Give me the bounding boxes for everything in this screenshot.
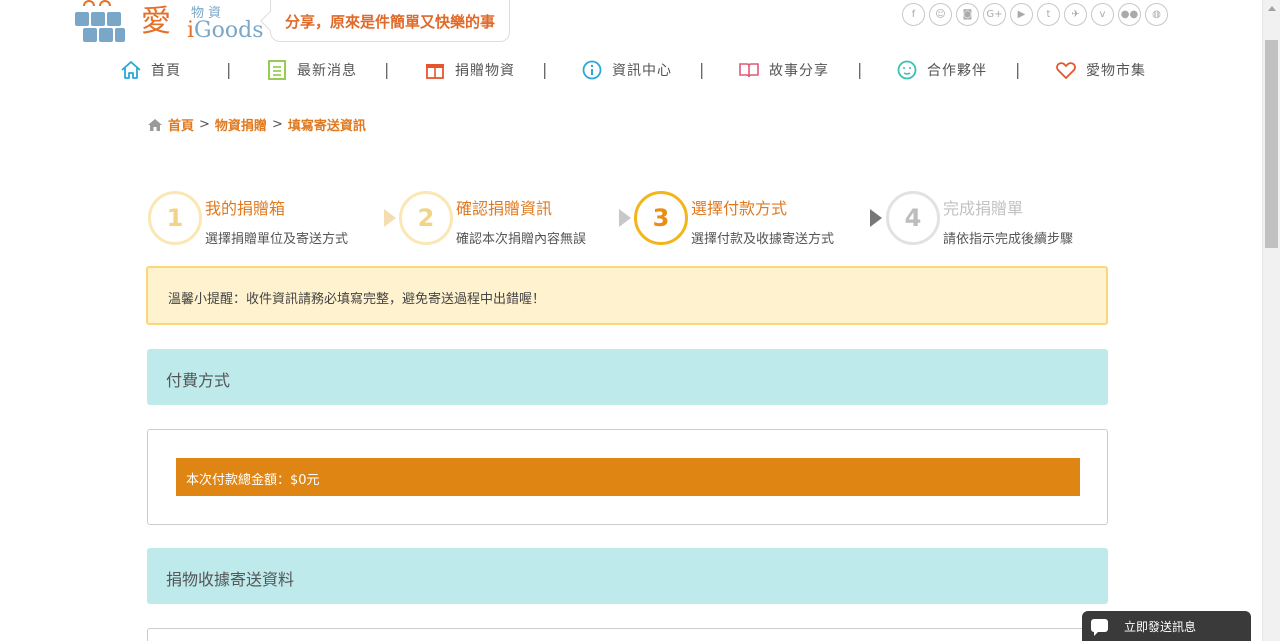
logo-igoods-text: iGoods xyxy=(187,18,264,43)
step-title: 我的捐贈箱 xyxy=(205,199,286,218)
list-icon xyxy=(268,60,286,80)
nav-separator: | xyxy=(699,60,705,79)
breadcrumb-separator: > xyxy=(271,117,283,132)
slogan-banner: 分享，原來是件簡單又快樂的事 xyxy=(260,0,510,42)
social-links: f ☺ ◙ G+ ▶ t ✈ v ●● ◍ xyxy=(902,3,1168,26)
breadcrumb: 首頁 > 物資捐贈 > 填寫寄送資訊 xyxy=(147,115,366,134)
section-title: 捐物收據寄送資料 xyxy=(166,570,295,589)
book-icon xyxy=(739,63,759,78)
youtube-icon[interactable]: ▶ xyxy=(1010,3,1033,26)
main-nav: 首頁 | 最新消息 | 捐贈物資 | 資訊中心 | 故事分享 | 合作夥伴 | … xyxy=(120,56,1160,84)
nav-separator: | xyxy=(857,60,863,79)
line-icon[interactable]: ☺ xyxy=(929,3,952,26)
nav-separator: | xyxy=(226,60,232,79)
nav-label: 最新消息 xyxy=(297,63,357,79)
tumblr-icon[interactable]: t xyxy=(1037,3,1060,26)
breadcrumb-home-link[interactable]: 首頁 xyxy=(168,115,194,134)
nav-label: 故事分享 xyxy=(769,63,829,79)
section-title: 付費方式 xyxy=(166,371,231,390)
nav-label: 捐贈物資 xyxy=(455,63,515,79)
step-title: 確認捐贈資訊 xyxy=(456,199,553,218)
progress-steps: 1 我的捐贈箱 選擇捐贈單位及寄送方式 2 確認捐贈資訊 確認本次捐贈內容無誤 … xyxy=(148,190,1108,248)
step-arrow-icon xyxy=(384,209,396,227)
payment-section-header: 付費方式 xyxy=(147,349,1108,405)
notice-text: 溫馨小提醒：收件資訊請務必填寫完整，避免寄送過程中出錯喔！ xyxy=(168,292,546,307)
home-icon xyxy=(121,61,141,79)
nav-item-news[interactable]: 最新消息 xyxy=(266,56,357,84)
nav-item-market[interactable]: 愛物市集 xyxy=(1055,56,1146,84)
chat-label: 立即發送訊息 xyxy=(1124,620,1197,634)
nav-item-stories[interactable]: 故事分享 xyxy=(738,56,829,84)
step-number: 3 xyxy=(634,191,688,245)
weibo-icon[interactable]: ◍ xyxy=(1145,3,1168,26)
step-arrow-icon xyxy=(619,209,631,227)
slogan-text: 分享，原來是件簡單又快樂的事 xyxy=(285,13,496,31)
receipt-form-box xyxy=(147,628,1108,641)
nav-item-donate[interactable]: 捐贈物資 xyxy=(424,56,515,84)
step-arrow-icon xyxy=(870,209,882,227)
facebook-icon[interactable]: f xyxy=(902,3,925,26)
payment-total-label: 本次付款總金額：$0元 xyxy=(186,473,320,488)
payment-total-bar: 本次付款總金額：$0元 xyxy=(176,458,1080,496)
smile-icon xyxy=(897,60,917,80)
breadcrumb-separator: > xyxy=(199,117,210,132)
step-desc: 確認本次捐贈內容無誤 xyxy=(456,232,587,247)
nav-item-home[interactable]: 首頁 xyxy=(120,56,181,84)
flickr-icon[interactable]: ●● xyxy=(1118,3,1141,26)
heart-icon xyxy=(1056,62,1076,79)
nav-item-info[interactable]: 資訊中心 xyxy=(581,56,672,84)
site-logo[interactable]: 愛 物資 iGoods xyxy=(75,0,265,46)
step-number: 4 xyxy=(886,191,940,245)
gift-icon xyxy=(426,64,444,79)
nav-separator: | xyxy=(542,60,548,79)
step-desc: 選擇付款及收據寄送方式 xyxy=(691,232,835,247)
step-title: 選擇付款方式 xyxy=(691,199,788,218)
payment-box: 本次付款總金額：$0元 xyxy=(147,429,1108,525)
nav-separator: | xyxy=(384,60,390,79)
reminder-notice: 溫馨小提醒：收件資訊請務必填寫完整，避免寄送過程中出錯喔！ xyxy=(146,266,1108,325)
step-number: 2 xyxy=(399,191,453,245)
chat-widget-button[interactable]: 立即發送訊息 xyxy=(1082,611,1251,641)
nav-label: 合作夥伴 xyxy=(927,63,987,79)
twitter-icon[interactable]: ✈ xyxy=(1064,3,1087,26)
instagram-icon[interactable]: ◙ xyxy=(956,3,979,26)
vimeo-icon[interactable]: v xyxy=(1091,3,1114,26)
gift-boxes-logo-graphic xyxy=(75,0,137,44)
chat-bubble-icon xyxy=(1091,619,1108,636)
nav-label: 愛物市集 xyxy=(1086,63,1146,79)
home-icon xyxy=(148,118,162,131)
step-title: 完成捐贈單 xyxy=(943,199,1024,218)
step-desc: 請依指示完成後續步驟 xyxy=(943,232,1074,247)
breadcrumb-donate-link[interactable]: 物資捐贈 xyxy=(215,115,267,134)
step-desc: 選擇捐贈單位及寄送方式 xyxy=(205,232,349,247)
nav-label: 資訊中心 xyxy=(612,63,672,79)
logo-ai-text: 愛 xyxy=(141,4,171,39)
breadcrumb-current: 填寫寄送資訊 xyxy=(287,119,366,134)
step-number: 1 xyxy=(148,191,202,245)
nav-separator: | xyxy=(1015,60,1021,79)
scrollbar-thumb[interactable] xyxy=(1265,40,1278,248)
googleplus-icon[interactable]: G+ xyxy=(983,3,1006,26)
scroll-up-arrow-icon[interactable] xyxy=(1268,6,1276,11)
page-scrollbar[interactable] xyxy=(1262,0,1280,641)
nav-item-partners[interactable]: 合作夥伴 xyxy=(896,56,987,84)
nav-label: 首頁 xyxy=(151,63,181,79)
receipt-section-header: 捐物收據寄送資料 xyxy=(147,548,1108,604)
info-icon xyxy=(582,60,602,80)
